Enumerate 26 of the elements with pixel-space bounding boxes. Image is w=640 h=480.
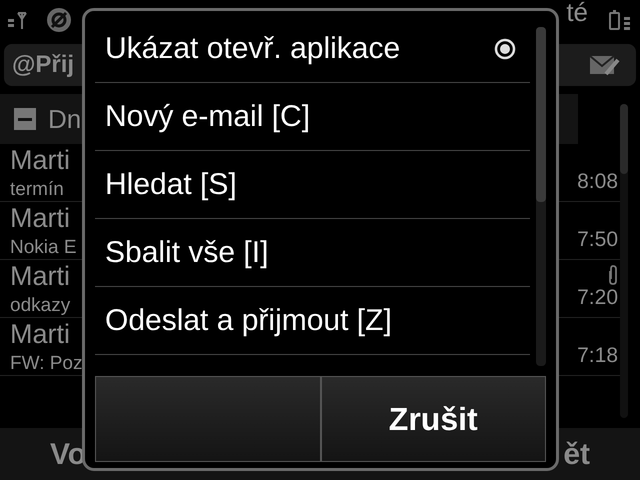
message-subject: FW: Poz	[10, 352, 82, 376]
scrollbar[interactable]	[620, 104, 628, 418]
message-subject: termín	[10, 178, 65, 202]
menu-item[interactable]: Nový e-mail [C]	[95, 83, 530, 151]
menu-item[interactable]: Ukázat otevř. aplikace	[95, 15, 530, 83]
menu-item[interactable]: Sbalit vše [I]	[95, 219, 530, 287]
sender-name: Marti	[10, 202, 71, 235]
paperclip-icon	[608, 265, 618, 286]
message-subject: Nokia E	[10, 236, 77, 260]
sender-name: Marti	[10, 318, 71, 351]
sender-name: Marti	[10, 144, 70, 177]
menu-item[interactable]: Odeslat a přijmout [Z]	[95, 287, 530, 355]
sender-name: Marti	[10, 260, 70, 293]
message-subject: odkazy	[10, 294, 70, 318]
menu-scrollbar[interactable]	[536, 27, 546, 366]
window-title: té	[566, 0, 588, 28]
message-time: 7:18	[577, 343, 618, 370]
message-time: 7:20	[577, 285, 618, 312]
battery-icon	[608, 9, 632, 31]
group-label: Dn	[48, 102, 82, 136]
menu-item[interactable]: Hledat [S]	[95, 151, 530, 219]
message-time: 7:50	[577, 227, 618, 254]
right-softkey[interactable]: ět	[563, 432, 590, 476]
message-time: 8:08	[577, 169, 618, 196]
envelope-pencil-icon	[590, 54, 620, 76]
cancel-button[interactable]: Zrušit	[320, 376, 546, 462]
